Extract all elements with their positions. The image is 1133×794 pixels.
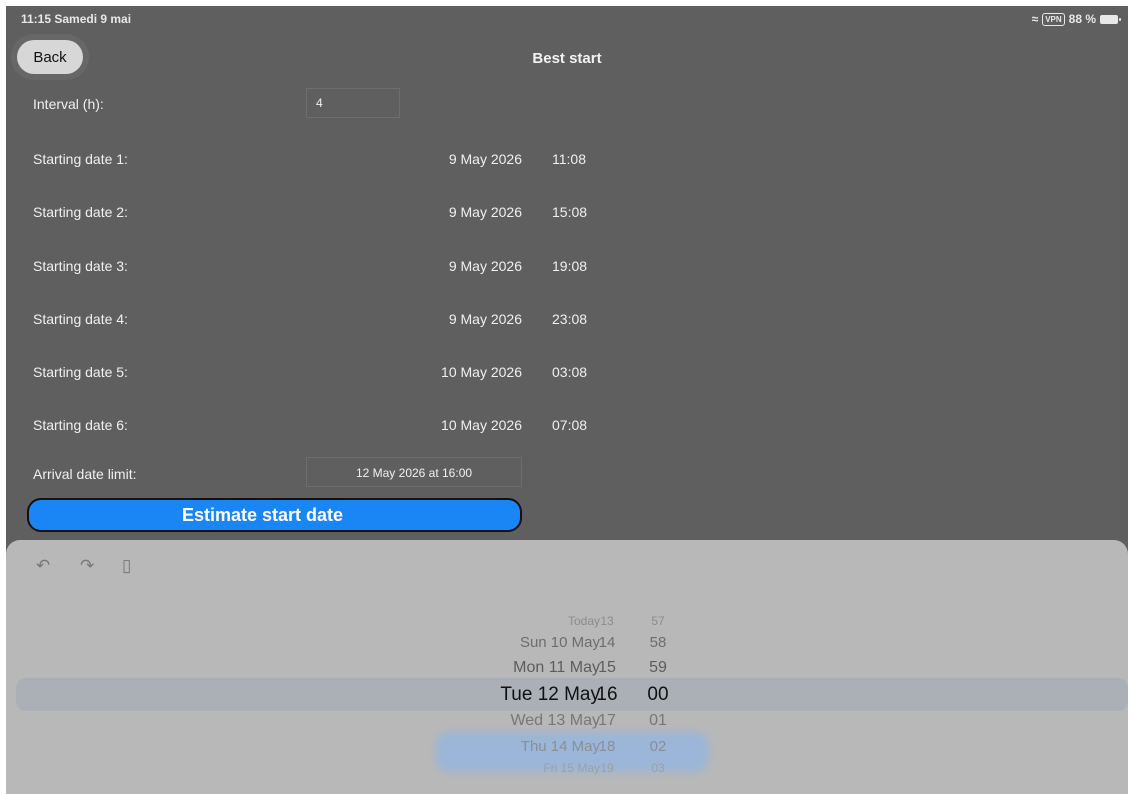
picker-row[interactable]: Fri 15 May 19 03 xyxy=(6,761,1128,785)
starting-date-1-date: 9 May 2026 xyxy=(448,151,522,167)
paste-icon[interactable]: ▯ xyxy=(122,556,131,576)
picker-day: Tue 12 May xyxy=(500,684,600,705)
picker-day: Wed 13 May xyxy=(510,712,600,729)
date-picker-sheet: ↶ ↷ ▯ Today 13 57 Sun 10 May 14 58 Mon 1… xyxy=(6,540,1128,794)
picker-hour: 18 xyxy=(598,738,616,755)
starting-date-3-label: Starting date 3: xyxy=(33,258,128,274)
starting-date-4-date: 9 May 2026 xyxy=(448,311,522,327)
status-bar: 11:15 Samedi 9 mai ≈ VPN 88 % xyxy=(6,12,1128,28)
status-right: ≈ VPN 88 % xyxy=(1031,12,1121,26)
starting-date-2-time: 15:08 xyxy=(552,204,588,220)
estimate-button-label: Estimate start date xyxy=(182,505,344,525)
picker-minute: 01 xyxy=(649,712,667,729)
app-screen: 11:15 Samedi 9 mai ≈ VPN 88 % Back Best … xyxy=(6,6,1128,794)
starting-date-6-date: 10 May 2026 xyxy=(441,417,522,433)
picker-minute: 59 xyxy=(649,659,667,676)
vpn-badge: VPN xyxy=(1042,12,1065,26)
starting-date-4-time: 23:08 xyxy=(552,311,588,327)
picker-day: Fri 15 May xyxy=(543,761,600,775)
picker-minute: 00 xyxy=(647,684,669,705)
starting-date-5-label: Starting date 5: xyxy=(33,364,128,380)
starting-date-3-time: 19:08 xyxy=(552,258,588,274)
picker-hour: 13 xyxy=(600,614,614,628)
starting-date-1-time: 11:08 xyxy=(552,151,586,167)
picker-minute: 02 xyxy=(649,738,667,755)
redo-icon[interactable]: ↷ xyxy=(80,556,94,576)
starting-date-5-time: 03:08 xyxy=(552,364,588,380)
picker-hour: 14 xyxy=(598,634,616,651)
starting-date-4-label: Starting date 4: xyxy=(33,311,128,327)
picker-minute: 03 xyxy=(651,761,665,775)
picker-minute: 57 xyxy=(651,614,665,628)
arrival-date-label: Arrival date limit: xyxy=(33,466,137,482)
starting-date-2-label: Starting date 2: xyxy=(33,204,128,220)
wifi-icon: ≈ xyxy=(1031,12,1039,26)
picker-row-selected[interactable]: Tue 12 May 16 00 xyxy=(6,684,1128,708)
starting-date-2-date: 9 May 2026 xyxy=(448,204,522,220)
status-time-date: 11:15 Samedi 9 mai xyxy=(21,12,132,26)
picker-day: Thu 14 May xyxy=(520,738,600,755)
picker-hour: 17 xyxy=(598,712,616,729)
battery-icon xyxy=(1100,14,1121,24)
picker-day: Sun 10 May xyxy=(519,634,600,651)
picker-row[interactable]: Mon 11 May 15 59 xyxy=(6,659,1128,683)
starting-date-1-label: Starting date 1: xyxy=(33,151,128,167)
picker-row[interactable]: Wed 13 May 17 01 xyxy=(6,712,1128,736)
picker-hour: 19 xyxy=(600,761,614,775)
picker-hour: 15 xyxy=(598,659,616,676)
picker-row[interactable]: Sun 10 May 14 58 xyxy=(6,634,1128,658)
interval-input[interactable]: 4 xyxy=(306,88,400,118)
picker-day: Today xyxy=(567,614,600,628)
interval-label: Interval (h): xyxy=(33,96,104,112)
picker-day: Mon 11 May xyxy=(513,659,600,676)
arrival-date-field[interactable]: 12 May 2026 at 16:00 xyxy=(306,457,522,487)
starting-date-6-time: 07:08 xyxy=(552,417,588,433)
starting-date-3-date: 9 May 2026 xyxy=(448,258,522,274)
battery-percent: 88 % xyxy=(1068,12,1096,26)
picker-hour: 16 xyxy=(596,684,618,705)
starting-date-5-date: 10 May 2026 xyxy=(441,364,522,380)
picker-row[interactable]: Thu 14 May 18 02 xyxy=(6,738,1128,762)
estimate-start-date-button[interactable]: Estimate start date xyxy=(27,498,522,532)
starting-date-6-label: Starting date 6: xyxy=(33,417,128,433)
page-title: Best start xyxy=(532,50,602,67)
picker-minute: 58 xyxy=(649,634,667,651)
undo-icon[interactable]: ↶ xyxy=(36,556,50,576)
